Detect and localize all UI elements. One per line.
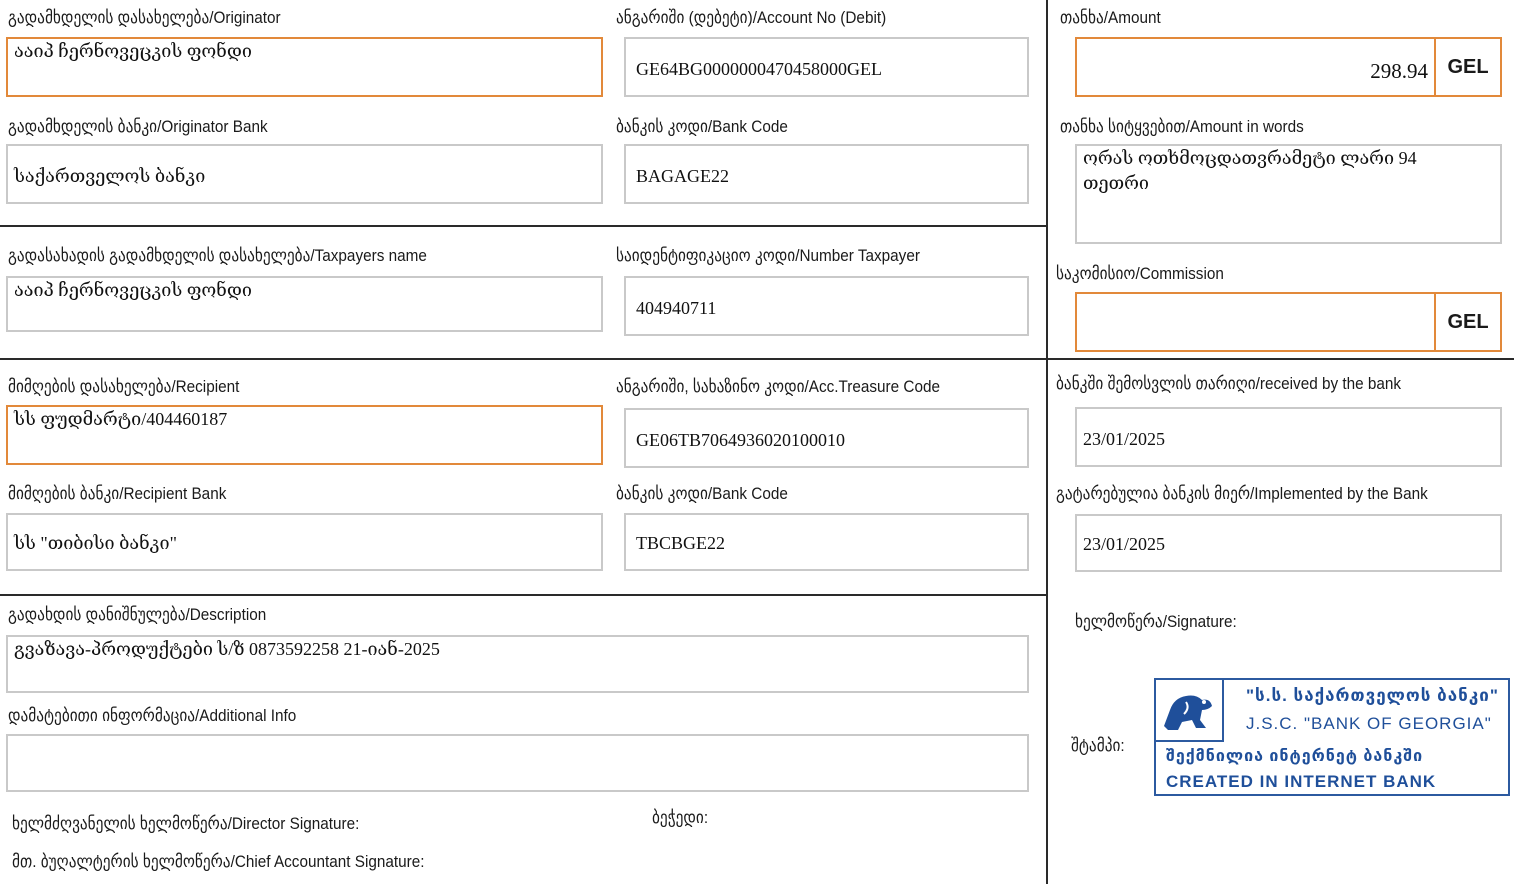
treasury-code-field[interactable]: GE06TB7064936020100010 <box>624 408 1029 468</box>
stamp-label: შტამპი: <box>1071 736 1125 755</box>
treasury-code-label: ანგარიში, სახაზინო კოდი/Acc.Treasure Cod… <box>616 377 940 396</box>
received-by-bank-value: 23/01/2025 <box>1083 429 1166 449</box>
description-value: გვაზავა-პროდუქტები ს/ზ 0873592258 21-იან… <box>14 639 440 659</box>
taxpayer-number-label: საიდენტიფიკაციო კოდი/Number Taxpayer <box>616 246 920 265</box>
account-debit-field[interactable]: GE64BG0000000470458000GEL <box>624 37 1029 97</box>
recipient-bank-code-field[interactable]: TBCBGE22 <box>624 513 1029 571</box>
taxpayer-name-field[interactable]: ააიპ ჩერნოვეცკის ფონდი <box>6 276 603 332</box>
chief-accountant-signature-label: მთ. ბუღალტერის ხელმოწერა/Chief Accountan… <box>12 852 425 871</box>
recipient-value: სს ფუდმარტი/404460187 <box>14 409 228 429</box>
recipient-bank-label: მიმღების ბანკი/Recipient Bank <box>8 484 227 503</box>
description-label: გადახდის დანიშნულება/Description <box>8 605 267 624</box>
originator-bank-code-value: BAGAGE22 <box>636 166 729 186</box>
bank-stamp: "ს.ს. საქართველოს ბანკი" J.S.C. "BANK OF… <box>1154 678 1510 796</box>
originator-bank-code-field[interactable]: BAGAGE22 <box>624 144 1029 204</box>
implemented-by-bank-value: 23/01/2025 <box>1083 534 1166 554</box>
originator-bank-code-label: ბანკის კოდი/Bank Code <box>616 117 788 136</box>
originator-field[interactable]: ააიპ ჩერნოვეცკის ფონდი <box>6 37 603 97</box>
recipient-bank-code-label: ბანკის კოდი/Bank Code <box>616 484 788 503</box>
recipient-bank-code-value: TBCBGE22 <box>636 533 726 553</box>
commission-label: საკომისიო/Commission <box>1056 264 1224 283</box>
originator-bank-field[interactable]: საქართველოს ბანკი <box>6 144 603 204</box>
section-divider-1 <box>0 225 1046 227</box>
amount-currency: GEL <box>1434 39 1500 95</box>
section-divider-2 <box>0 358 1514 360</box>
additional-info-label: დამატებითი ინფორმაცია/Additional Info <box>8 706 297 725</box>
taxpayer-number-value: 404940711 <box>636 298 717 318</box>
director-signature-label: ხელმძღვანელის ხელმოწერა/Director Signatu… <box>12 814 360 833</box>
taxpayer-name-label: გადასახადის გადამხდელის დასახელება/Taxpa… <box>8 246 427 265</box>
commission-currency: GEL <box>1434 294 1500 350</box>
stamp-line-1: "ს.ს. საქართველოს ბანკი" <box>1246 686 1499 705</box>
stamp-line-3: შექმნილია ინტერნეტ ბანკში <box>1166 748 1424 765</box>
column-divider <box>1046 0 1048 884</box>
amount-words-line2: თეთრი <box>1083 173 1149 193</box>
account-debit-value: GE64BG0000000470458000GEL <box>636 59 882 79</box>
amount-words-field[interactable]: ორას ოთხმოცდათვრამეტი ლარი 94 თეთრი <box>1075 144 1502 244</box>
received-by-bank-label: ბანკში შემოსვლის თარიღი/received by the … <box>1056 374 1402 393</box>
lion-logo-icon <box>1156 680 1224 742</box>
originator-bank-label: გადამხდელის ბანკი/Originator Bank <box>8 117 268 136</box>
bank-signature-label: ხელმოწერა/Signature: <box>1075 612 1237 631</box>
account-debit-label: ანგარიში (დებეტი)/Account No (Debit) <box>616 8 887 27</box>
commission-field[interactable]: GEL <box>1075 292 1502 352</box>
implemented-by-bank-field[interactable]: 23/01/2025 <box>1075 514 1502 572</box>
amount-label: თანხა/Amount <box>1060 8 1161 27</box>
additional-info-field[interactable] <box>6 734 1029 792</box>
stamp-line-2: J.S.C. "BANK OF GEORGIA" <box>1246 714 1492 733</box>
amount-field[interactable]: 298.94 GEL <box>1075 37 1502 97</box>
received-by-bank-field[interactable]: 23/01/2025 <box>1075 407 1502 467</box>
recipient-label: მიმღების დასახელება/Recipient <box>8 377 240 396</box>
amount-value: 298.94 <box>1370 59 1428 83</box>
taxpayer-name-value: ააიპ ჩერნოვეცკის ფონდი <box>14 280 252 300</box>
originator-value: ააიპ ჩერნოვეცკის ფონდი <box>14 41 252 61</box>
stamp-line-4: CREATED IN INTERNET BANK <box>1166 772 1437 791</box>
description-field[interactable]: გვაზავა-პროდუქტები ს/ზ 0873592258 21-იან… <box>6 635 1029 693</box>
section-divider-3 <box>0 594 1046 596</box>
recipient-field[interactable]: სს ფუდმარტი/404460187 <box>6 405 603 465</box>
originator-bank-value: საქართველოს ბანკი <box>14 166 206 186</box>
seal-label: ბეჭედი: <box>652 808 709 827</box>
implemented-by-bank-label: გატარებულია ბანკის მიერ/Implemented by t… <box>1056 484 1428 503</box>
amount-words-line1: ორას ოთხმოცდათვრამეტი ლარი 94 <box>1083 148 1417 168</box>
originator-label: გადამხდელის დასახელება/Originator <box>8 8 281 27</box>
amount-words-label: თანხა სიტყვებით/Amount in words <box>1060 117 1304 136</box>
recipient-bank-field[interactable]: სს "თიბისი ბანკი" <box>6 513 603 571</box>
recipient-bank-value: სს "თიბისი ბანკი" <box>14 533 177 553</box>
taxpayer-number-field[interactable]: 404940711 <box>624 276 1029 336</box>
treasury-code-value: GE06TB7064936020100010 <box>636 430 845 450</box>
